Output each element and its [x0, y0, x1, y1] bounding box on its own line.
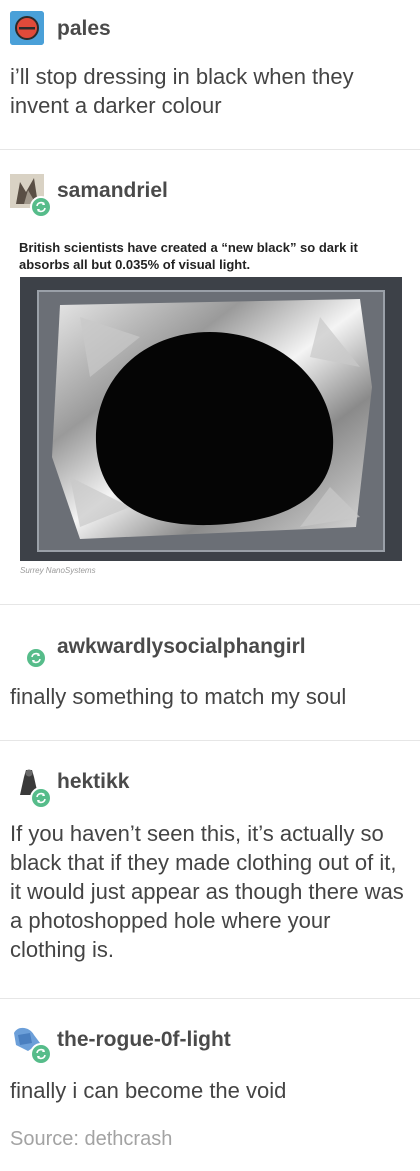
- post-hektikk: hektikk If you haven’t seen this, it’s a…: [0, 741, 420, 998]
- vantablack-photo: [20, 277, 402, 561]
- post-text-the-rogue-0f-light: finally i can become the void: [10, 1078, 287, 1103]
- reblog-icon: [30, 787, 52, 809]
- vantablack-foil-image: [20, 277, 402, 561]
- reblog-icon: [25, 647, 47, 669]
- post-awkwardlysocialphangirl: awkwardlysocialphangirl finally somethin…: [0, 605, 420, 740]
- reblog-icon: [30, 196, 52, 218]
- image-credit: Surrey NanoSystems: [20, 566, 96, 575]
- username-samandriel[interactable]: samandriel: [57, 179, 168, 203]
- image-caption: British scientists have created a “new b…: [19, 240, 358, 272]
- username-hektikk[interactable]: hektikk: [57, 770, 129, 794]
- post-text-awkwardlysocialphangirl: finally something to match my soul: [10, 684, 347, 709]
- username-awkwardlysocialphangirl[interactable]: awkwardlysocialphangirl: [57, 635, 306, 659]
- post-text-hektikk: If you haven’t seen this, it’s actually …: [10, 821, 404, 962]
- avatar-circle-icon: [10, 11, 44, 45]
- username-the-rogue-0f-light[interactable]: the-rogue-0f-light: [57, 1028, 231, 1052]
- username-pales[interactable]: pales: [57, 17, 111, 41]
- avatar-pales[interactable]: [10, 11, 44, 45]
- source-link[interactable]: Source: dethcrash: [10, 1128, 172, 1151]
- post-text-pales: i’ll stop dressing in black when they in…: [10, 64, 354, 118]
- reblog-icon: [30, 1043, 52, 1065]
- post-pales: pales i’ll stop dressing in black when t…: [0, 0, 420, 150]
